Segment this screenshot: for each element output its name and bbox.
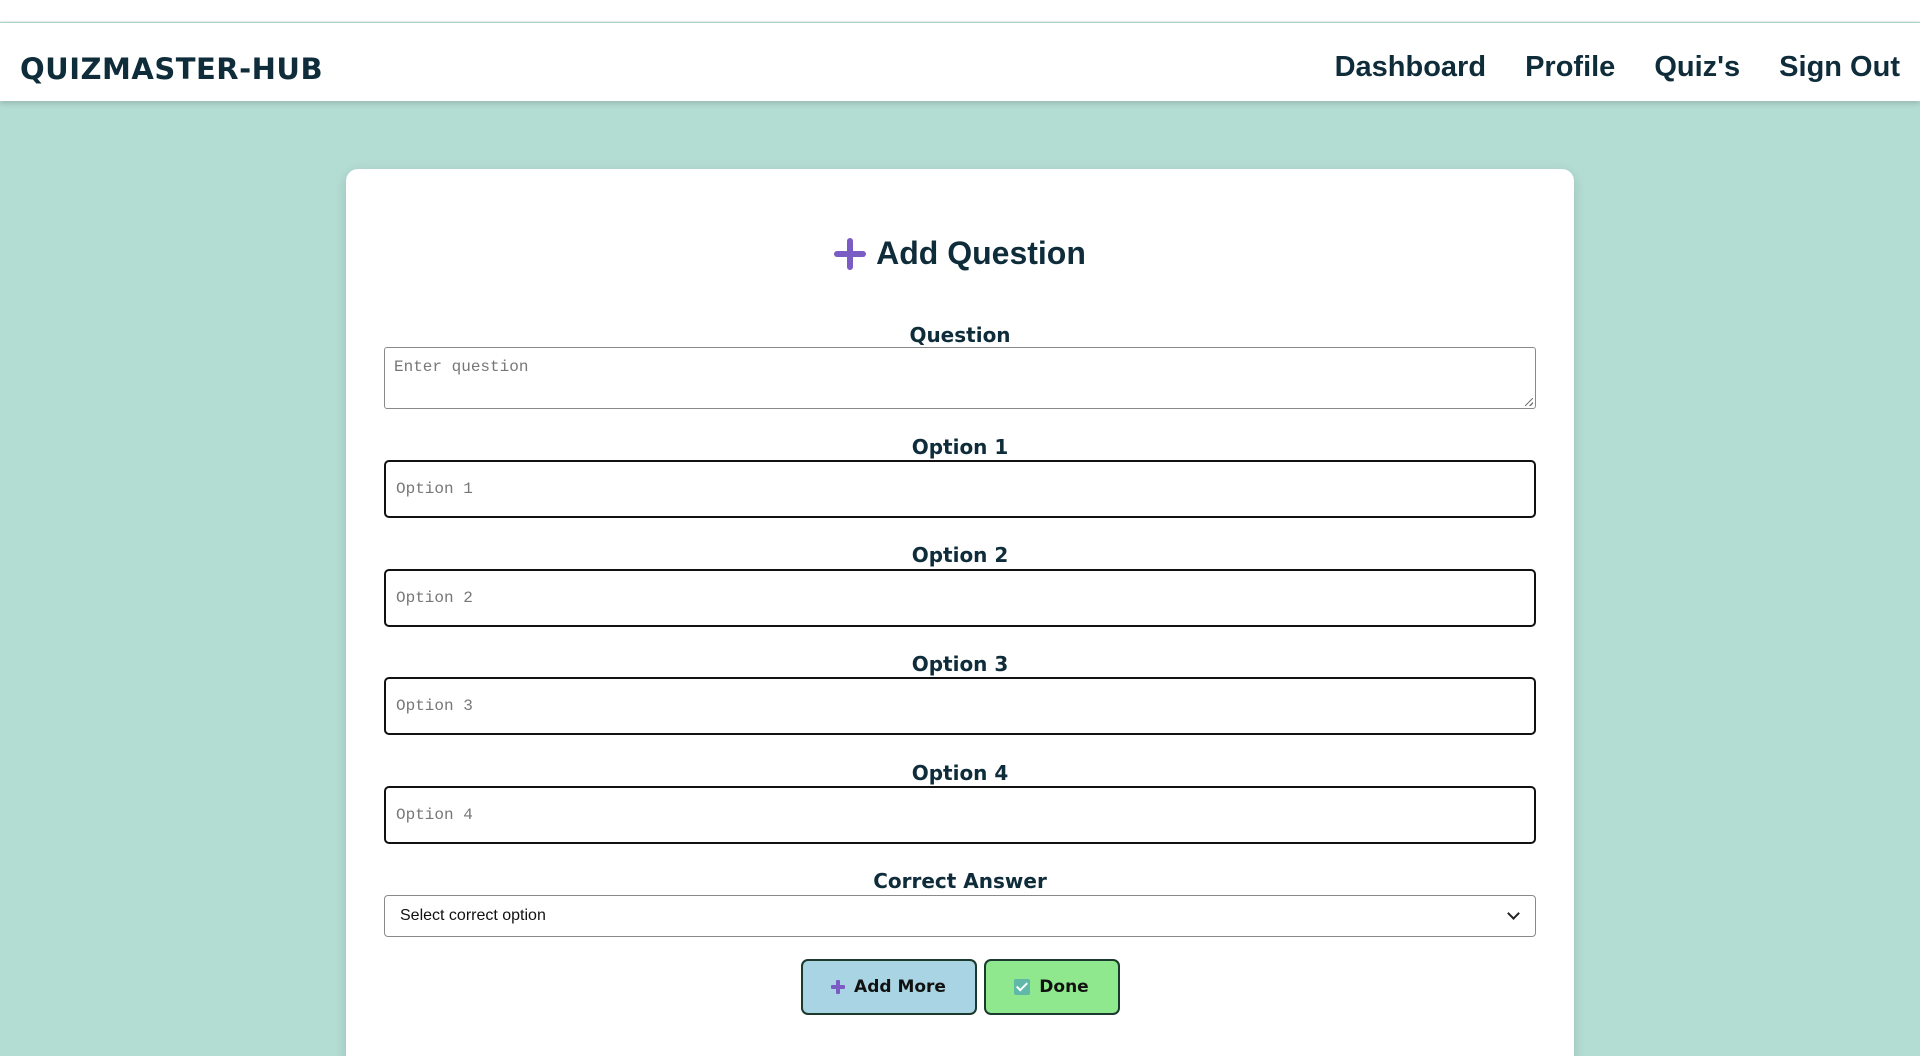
form-heading: Add Question <box>346 235 1574 272</box>
question-label: Question <box>909 323 1011 347</box>
question-textarea[interactable]: Enter question <box>384 347 1536 409</box>
add-more-button[interactable]: Add More <box>800 959 977 1015</box>
nav-links: Dashboard Profile Quiz's Sign Out <box>1335 51 1900 84</box>
nav-quizzes[interactable]: Quiz's <box>1654 51 1740 84</box>
browser-top-strip <box>0 0 1920 22</box>
option-4-placeholder: Option 4 <box>396 806 473 824</box>
add-question-card: Add Question Question Enter question Opt… <box>346 169 1574 1056</box>
nav-sign-out[interactable]: Sign Out <box>1779 51 1900 84</box>
nav-profile[interactable]: Profile <box>1525 51 1615 84</box>
option-1-input[interactable]: Option 1 <box>384 460 1536 518</box>
correct-answer-label: Correct Answer <box>873 869 1047 893</box>
option-2-label: Option 2 <box>911 543 1009 567</box>
option-1-placeholder: Option 1 <box>396 480 473 498</box>
option-4-label: Option 4 <box>911 761 1009 785</box>
chevron-down-icon <box>1507 907 1520 920</box>
option-3-label: Option 3 <box>911 652 1009 676</box>
nav-dashboard[interactable]: Dashboard <box>1335 51 1486 84</box>
plus-icon <box>831 980 846 994</box>
correct-answer-select[interactable]: Select correct option <box>384 895 1536 937</box>
page-title: Add Question <box>876 235 1086 271</box>
option-2-placeholder: Option 2 <box>396 589 473 607</box>
option-3-placeholder: Option 3 <box>396 697 473 715</box>
option-1-label: Option 1 <box>911 435 1009 459</box>
plus-icon <box>834 237 867 270</box>
checkbox-check-icon <box>1014 979 1031 995</box>
option-2-input[interactable]: Option 2 <box>384 569 1536 627</box>
correct-answer-selected: Select correct option <box>400 907 546 924</box>
resize-grip-icon[interactable] <box>1525 398 1533 406</box>
option-3-input[interactable]: Option 3 <box>384 677 1536 735</box>
done-button[interactable]: Done <box>983 959 1120 1015</box>
navbar: QUIZMASTER-HUB Dashboard Profile Quiz's … <box>0 23 1920 101</box>
add-more-label: Add More <box>854 977 946 997</box>
done-label: Done <box>1039 977 1089 997</box>
question-placeholder: Enter question <box>394 358 529 376</box>
form-actions: Add More Done <box>346 959 1574 1015</box>
brand-logo[interactable]: QUIZMASTER-HUB <box>20 52 323 86</box>
option-4-input[interactable]: Option 4 <box>384 786 1536 844</box>
